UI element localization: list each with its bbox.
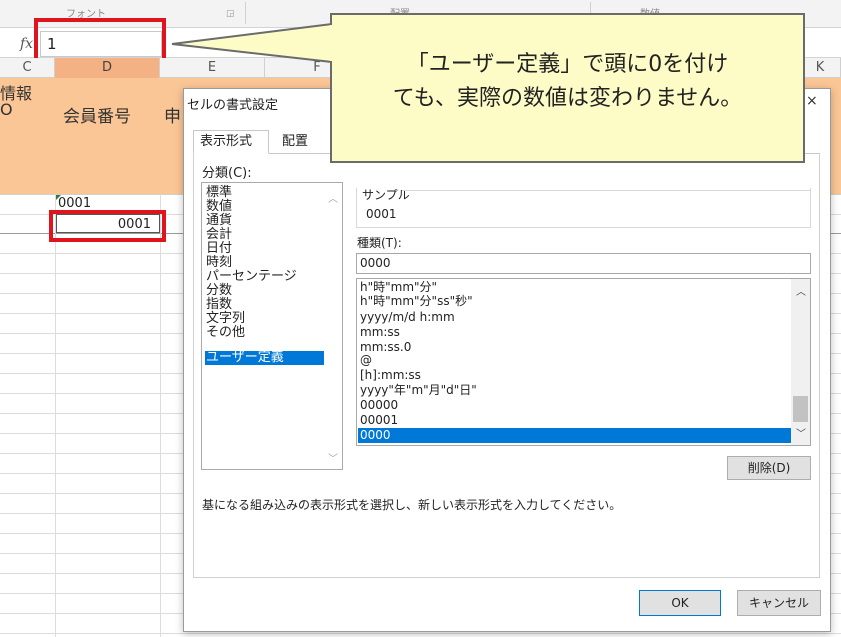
close-icon[interactable]: × xyxy=(806,93,818,109)
category-scroll-up-icon[interactable]: ︿ xyxy=(328,190,338,205)
sample-box-border xyxy=(402,190,811,191)
type-input[interactable]: 0000 xyxy=(356,253,811,274)
category-item[interactable]: 時刻 xyxy=(205,256,324,270)
delete-button[interactable]: 削除(D) xyxy=(727,456,811,480)
format-item[interactable]: mm:ss xyxy=(358,325,792,340)
column-header-k[interactable]: K xyxy=(800,58,841,78)
format-item-selected[interactable]: 0000 xyxy=(358,428,792,443)
category-item[interactable]: その他 xyxy=(205,326,324,340)
format-item[interactable]: [h]:mm:ss xyxy=(358,368,792,383)
type-label: 種類(T): xyxy=(357,236,402,250)
format-item[interactable]: h"時"mm"分" xyxy=(358,280,792,295)
header-cell-o: O xyxy=(0,100,13,119)
category-item-user-defined[interactable]: ユーザー定義 xyxy=(205,351,324,365)
error-indicator-icon xyxy=(56,195,61,200)
column-header-c[interactable]: C xyxy=(0,58,55,78)
type-scroll-down-icon[interactable]: ﹀ xyxy=(796,425,806,440)
header-cell-next: 申 xyxy=(164,107,181,127)
category-item[interactable]: 標準 xyxy=(205,186,324,200)
sample-value: 0001 xyxy=(366,207,397,221)
grid-line xyxy=(160,194,161,637)
type-list-scroll-thumb[interactable] xyxy=(793,396,808,422)
category-label: 分類(C): xyxy=(202,166,252,181)
tab-number-format[interactable]: 表示形式 xyxy=(193,130,269,154)
format-item[interactable]: yyyy"年"m"月"d"日" xyxy=(358,383,792,398)
grid-line xyxy=(55,194,56,637)
type-scroll-up-icon[interactable]: ︿ xyxy=(796,283,806,298)
category-item[interactable]: 通貨 xyxy=(205,214,324,228)
format-item[interactable]: h"時"mm"分"ss"秒" xyxy=(358,294,792,309)
category-scroll-down-icon[interactable]: ﹀ xyxy=(328,450,338,465)
category-item[interactable]: 会計 xyxy=(205,228,324,242)
format-item[interactable]: @ xyxy=(358,353,792,368)
format-item[interactable]: 00001 xyxy=(358,413,792,428)
ok-button[interactable]: OK xyxy=(639,590,721,616)
format-item[interactable]: yyyy/m/d h:mm xyxy=(358,310,792,325)
callout-line-1: 「ユーザー定義」で頭に0を付け xyxy=(406,52,729,77)
category-item[interactable]: 日付 xyxy=(205,242,324,256)
ribbon-separator xyxy=(245,2,246,24)
description-text: 基になる組み込みの表示形式を選択し、新しい表示形式を入力してください。 xyxy=(202,498,622,512)
category-item[interactable]: 文字列 xyxy=(205,312,324,326)
category-item[interactable]: 分数 xyxy=(205,284,324,298)
category-item[interactable]: パーセンテージ xyxy=(205,270,324,284)
sample-box xyxy=(356,188,811,228)
tab-alignment[interactable]: 配置 xyxy=(276,131,336,155)
dialog-launcher-icon[interactable]: ◲ xyxy=(226,9,235,19)
column-header-e[interactable]: E xyxy=(160,58,265,78)
category-item[interactable]: 数値 xyxy=(205,200,324,214)
column-header-d[interactable]: D xyxy=(55,58,160,78)
cell-highlight-box xyxy=(49,210,166,242)
category-item[interactable]: 指数 xyxy=(205,298,324,312)
function-icon[interactable]: fx xyxy=(20,36,33,52)
dialog-title: セルの書式設定 xyxy=(187,98,279,113)
cancel-button[interactable]: キャンセル xyxy=(737,590,821,616)
callout-line-2: ても、実際の数値は変わりません。 xyxy=(392,86,743,111)
header-cell-member-number: 会員番号 xyxy=(63,107,131,127)
callout-text: 「ユーザー定義」で頭に0を付け ても、実際の数値は変わりません。 xyxy=(330,48,805,116)
format-item[interactable]: 00000 xyxy=(358,398,792,413)
grid-line xyxy=(0,633,841,634)
